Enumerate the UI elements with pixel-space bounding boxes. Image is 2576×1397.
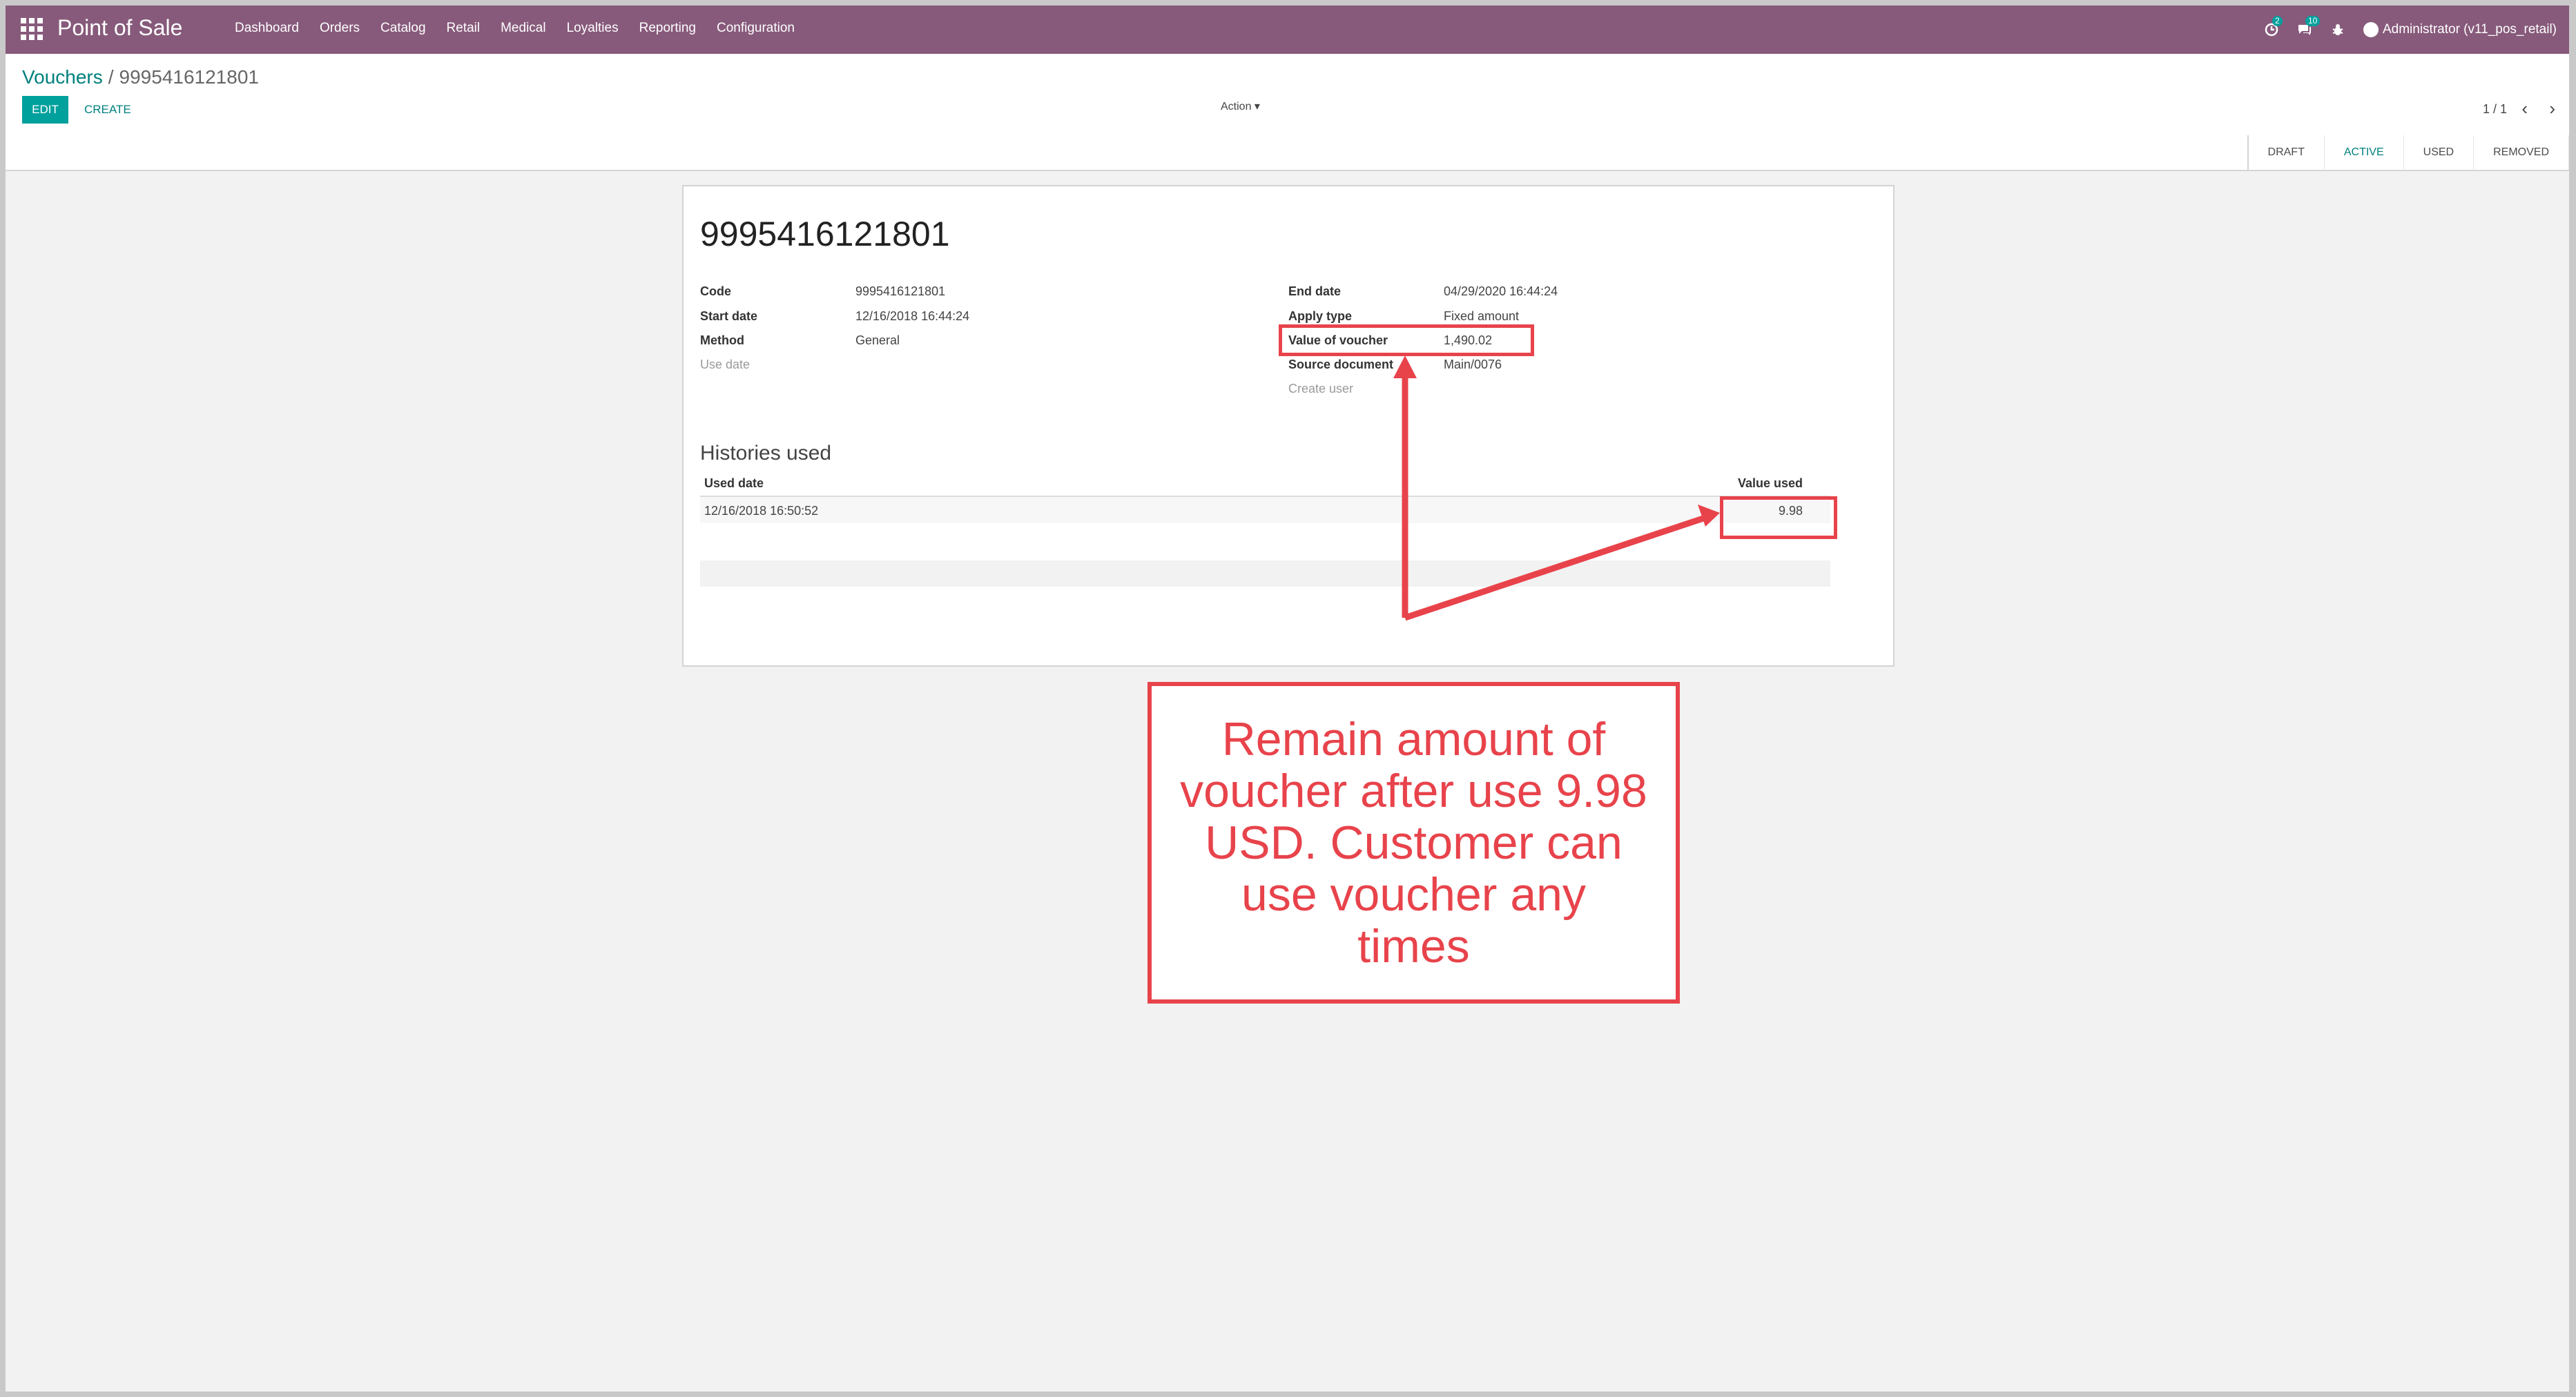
annotation-text: Remain amount of voucher after use 9.98 …	[1180, 712, 1647, 973]
annotation-callout: Remain amount of voucher after use 9.98 …	[1147, 682, 1680, 1004]
